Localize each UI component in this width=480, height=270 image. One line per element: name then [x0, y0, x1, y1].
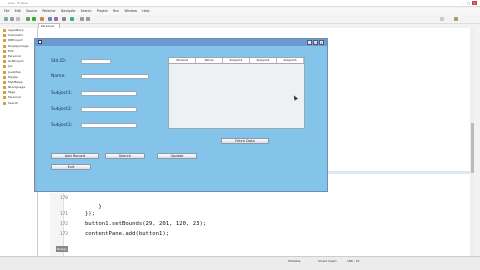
project-icon: [3, 75, 6, 79]
table-header: Student Name Subject1 Subject2 Subject3: [169, 58, 304, 64]
ide-titlebar: Java - Eclipse – □ ×: [0, 0, 480, 7]
maximize-icon[interactable]: □: [466, 1, 471, 5]
debug-icon[interactable]: [26, 17, 30, 21]
project-icon: [3, 86, 6, 90]
close-icon[interactable]: ×: [472, 1, 477, 5]
exit-button[interactable]: Exit: [51, 164, 91, 170]
navigate-forward-icon[interactable]: [86, 17, 90, 21]
column-header[interactable]: Subject2: [250, 58, 277, 63]
editor-scrollbar[interactable]: [470, 28, 474, 258]
code-line[interactable]: button1.setBounds(29, 201, 120, 23);: [58, 221, 206, 227]
menu-navigate[interactable]: Navigate: [61, 9, 75, 13]
code-line[interactable]: });: [58, 211, 95, 217]
subject2-label: Subject2:: [51, 107, 73, 112]
code-line[interactable]: }: [58, 204, 101, 210]
menu-file[interactable]: File: [4, 9, 9, 13]
content-pane: Std.ID: Name: Subject1: Subject2: Subjec…: [37, 46, 327, 191]
app-titlebar: – □ ×: [35, 39, 327, 46]
subject3-input[interactable]: [81, 123, 137, 128]
add-record-button[interactable]: Add Record: [51, 153, 99, 159]
project-icon: [3, 70, 6, 74]
name-label: Name:: [51, 74, 66, 79]
records-table[interactable]: Student Name Subject1 Subject2 Subject3: [168, 57, 305, 129]
column-header[interactable]: Subject3: [277, 58, 304, 63]
print-icon[interactable]: [16, 17, 20, 21]
project-icon: [3, 96, 6, 100]
menu-window[interactable]: Window: [124, 9, 137, 13]
project-icon: [3, 34, 6, 38]
name-input[interactable]: [81, 74, 149, 79]
app-minimize-icon[interactable]: –: [307, 40, 312, 45]
search-button[interactable]: Search: [105, 153, 145, 159]
explorer-item[interactable]: Search: [0, 101, 37, 106]
new-package-icon[interactable]: [48, 17, 52, 21]
code-line[interactable]: contentPane.add(button1);: [58, 231, 169, 237]
menu-search[interactable]: Search: [81, 9, 92, 13]
search-icon[interactable]: [62, 17, 66, 21]
project-icon: [3, 44, 6, 48]
menu-refactor[interactable]: Refactor: [42, 9, 55, 13]
menu-project[interactable]: Project: [97, 9, 108, 13]
minimize-icon[interactable]: –: [460, 1, 465, 5]
save-icon[interactable]: [10, 17, 14, 21]
app-close-icon[interactable]: ×: [319, 40, 324, 45]
java-app-icon: [38, 40, 42, 44]
project-icon: [3, 49, 6, 53]
column-header[interactable]: Name: [196, 58, 223, 63]
subject1-label: Subject1:: [51, 91, 73, 96]
project-icon: [3, 54, 6, 58]
design-tab[interactable]: Design: [56, 246, 68, 252]
package-explorer: AgeaMany Calculator DBProject DisplayIma…: [0, 28, 38, 258]
ide-menubar: File Edit Source Refactor Navigate Searc…: [0, 8, 480, 15]
project-icon: [3, 29, 6, 32]
std-id-label: Std.ID:: [51, 59, 67, 64]
project-icon: [3, 91, 6, 95]
status-cursor-position: 186 : 23: [347, 259, 360, 263]
ide-toolbar: [0, 15, 480, 24]
project-icon: [3, 101, 6, 105]
tool-icon[interactable]: [40, 17, 44, 21]
menu-edit[interactable]: Edit: [15, 9, 21, 13]
app-maximize-icon[interactable]: □: [313, 40, 318, 45]
scrollbar-thumb[interactable]: [470, 123, 474, 173]
project-icon: [3, 60, 6, 64]
subject2-input[interactable]: [81, 107, 137, 112]
subject1-input[interactable]: [81, 91, 137, 96]
subject3-label: Subject3:: [51, 123, 73, 128]
update-button[interactable]: Update: [157, 153, 197, 159]
status-writable: Writable: [288, 259, 301, 263]
column-header[interactable]: Subject1: [223, 58, 250, 63]
menu-run[interactable]: Run: [113, 9, 119, 13]
column-header[interactable]: Student: [169, 58, 196, 63]
navigate-back-icon[interactable]: [80, 17, 84, 21]
open-type-icon[interactable]: [70, 17, 74, 21]
project-icon: [3, 80, 6, 84]
new-icon[interactable]: [4, 17, 8, 21]
status-insert-mode: Smart Insert: [318, 259, 337, 263]
fetch-data-button[interactable]: Fetch Data: [221, 138, 269, 144]
new-class-icon[interactable]: [54, 17, 58, 21]
java-perspective-icon[interactable]: [454, 17, 458, 21]
ide-title: Java - Eclipse: [8, 1, 28, 5]
perspective-icon[interactable]: [440, 17, 444, 21]
std-id-input[interactable]: [81, 59, 111, 64]
current-line-highlight: [322, 171, 474, 174]
project-icon: [3, 65, 6, 69]
line-number: 170: [59, 196, 68, 201]
editor-tab[interactable]: Personal: [38, 23, 60, 28]
run-icon[interactable]: [32, 17, 36, 21]
desktop: Java - Eclipse – □ × File Edit Source Re…: [0, 0, 480, 270]
menu-help[interactable]: Help: [142, 9, 149, 13]
menu-source[interactable]: Source: [26, 9, 37, 13]
project-icon: [3, 39, 6, 43]
status-bar: Writable Smart Insert 186 : 23: [0, 256, 480, 270]
student-record-window: – □ × Std.ID: Name: Subject1: Subject2: …: [34, 38, 328, 192]
